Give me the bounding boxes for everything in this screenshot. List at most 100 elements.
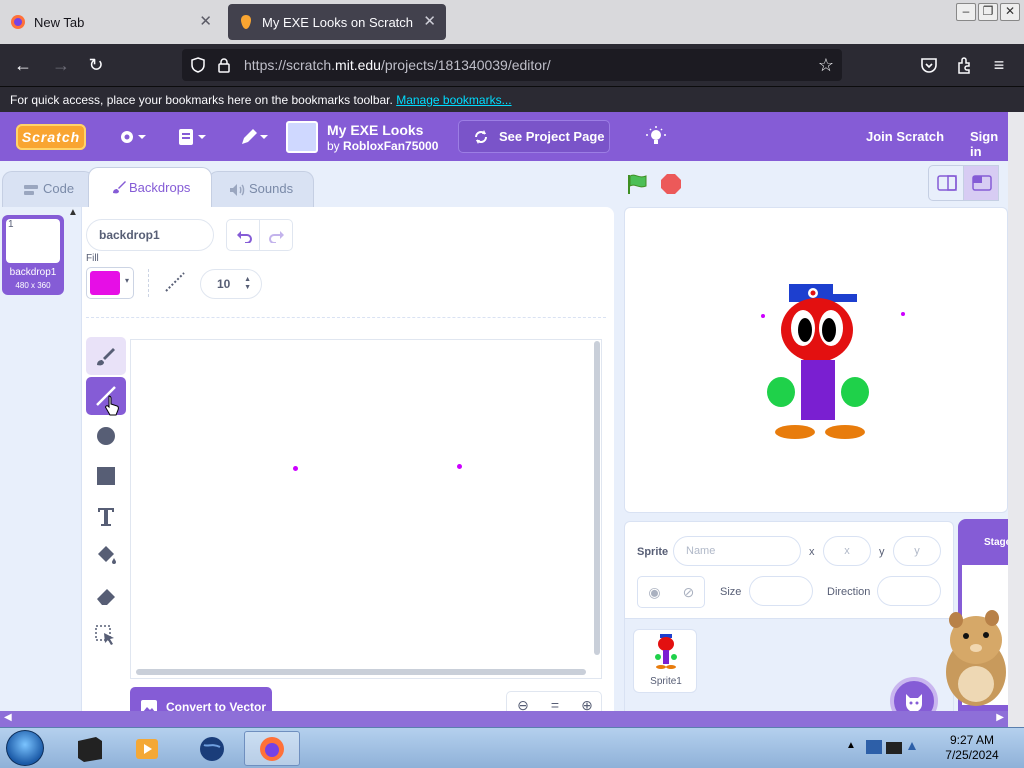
author-name[interactable]: RobloxFan75000 [343, 139, 438, 153]
green-flag-icon[interactable] [626, 173, 650, 195]
sprite-character [767, 284, 869, 439]
backdrop-list-scrollbar[interactable]: ▲ [66, 207, 80, 711]
backdrop-thumbnail[interactable]: 1 backdrop1 480 x 360 [2, 215, 64, 295]
brush-tool[interactable] [86, 337, 126, 375]
fill-color-picker[interactable]: ▾ [86, 267, 134, 299]
bookmark-star-icon[interactable]: ☆ [818, 55, 834, 76]
lock-icon[interactable] [216, 57, 232, 73]
sign-in-button[interactable]: Sign in [970, 129, 1008, 159]
eraser-icon [97, 589, 115, 605]
url-path: /projects/181340039/editor/ [380, 57, 551, 73]
show-eye-icon[interactable]: ◉ [638, 584, 671, 601]
tab-code[interactable]: Code [2, 171, 94, 207]
close-window-icon[interactable]: ✕ [1000, 3, 1020, 21]
size-input[interactable] [749, 576, 813, 606]
x-input[interactable]: x [823, 536, 871, 566]
zoom-in-icon[interactable]: ⊕ [571, 697, 603, 711]
taskbar-app-firefox[interactable] [244, 731, 300, 766]
scratch-logo[interactable]: Scratch [16, 124, 86, 150]
editor-horizontal-scrollbar[interactable]: ◀ ▶ [0, 711, 1008, 727]
taskbar-app-explorer[interactable] [62, 731, 118, 766]
tray-icons[interactable] [864, 736, 924, 760]
reload-icon[interactable]: ↻ [85, 54, 107, 76]
shield-icon[interactable] [190, 57, 206, 73]
manage-bookmarks-link[interactable]: Manage bookmarks... [396, 93, 511, 107]
back-arrow-icon[interactable]: ← [12, 54, 34, 76]
text-tool[interactable] [86, 497, 126, 535]
canvas-horizontal-scrollbar[interactable] [136, 669, 586, 675]
settings-gear-icon[interactable] [116, 126, 148, 148]
sprite-name-input[interactable]: Name [673, 536, 801, 566]
minimize-icon[interactable]: – [956, 3, 976, 21]
tab-sounds[interactable]: Sounds [208, 171, 314, 207]
url-bar[interactable]: https://scratch.mit.edu/projects/1813400… [182, 49, 842, 81]
url-text: https://scratch.mit.edu/projects/1813400… [244, 57, 551, 73]
media-player-icon [136, 739, 158, 759]
y-input[interactable]: y [893, 536, 941, 566]
scroll-right-icon[interactable]: ▶ [996, 712, 1004, 723]
pocket-icon[interactable] [920, 56, 938, 74]
tab-label: Sounds [249, 181, 294, 196]
circle-tool[interactable] [86, 417, 126, 455]
convert-to-vector-button[interactable]: Convert to Vector [130, 687, 272, 711]
extensions-icon[interactable] [956, 56, 974, 74]
zoom-reset-button[interactable]: = [539, 697, 571, 711]
stage[interactable] [624, 207, 1008, 513]
select-tool[interactable] [86, 617, 126, 655]
stop-icon[interactable] [660, 173, 682, 195]
direction-input[interactable] [877, 576, 941, 606]
firefox-icon [260, 737, 284, 761]
brush-size-input[interactable]: 10 ▲ ▼ [200, 269, 262, 299]
tab-backdrops[interactable]: Backdrops [88, 167, 212, 207]
zoom-controls: ⊖ = ⊕ [506, 691, 602, 711]
browser-tab-scratch[interactable]: My EXE Looks on Scratch ✕ [228, 4, 446, 40]
project-author: by RobloxFan75000 [327, 139, 438, 153]
fill-tool[interactable] [86, 537, 126, 575]
edit-menu-icon[interactable] [238, 126, 270, 148]
taskbar-app-globe[interactable] [184, 731, 240, 766]
sprite-info-panel: Sprite Name x x y y ◉ ⊘ Size Direction [624, 521, 954, 619]
join-scratch-button[interactable]: Join Scratch [866, 129, 944, 144]
small-stage-button[interactable] [928, 165, 964, 201]
tray-expand-icon[interactable]: ▲ [846, 740, 856, 751]
stage-dot [901, 312, 905, 316]
stage-size-toggle [928, 165, 1008, 201]
stage-label: Stage [984, 537, 1008, 548]
tab-title: My EXE Looks on Scratch [262, 14, 414, 30]
zoom-out-icon[interactable]: ⊖ [507, 697, 539, 711]
file-menu-icon[interactable] [176, 126, 208, 148]
image-icon [141, 700, 157, 711]
canvas-vertical-scrollbar[interactable] [594, 341, 600, 655]
scroll-up-icon[interactable]: ▲ [68, 207, 78, 218]
spinner-arrows-icon[interactable]: ▲ ▼ [244, 276, 251, 292]
taskbar-clock[interactable]: 9:27 AM 7/25/2024 [930, 733, 1014, 763]
hide-eye-icon[interactable]: ⊘ [672, 584, 705, 601]
eraser-tool[interactable] [86, 577, 126, 615]
project-thumbnail [286, 121, 318, 153]
taskbar-app-media[interactable] [120, 731, 176, 766]
theme-lightbulb-icon[interactable] [646, 126, 666, 148]
code-blocks-icon [24, 185, 38, 195]
tab-title: New Tab [34, 14, 85, 30]
black-box-icon [78, 737, 102, 762]
brush-size-value: 10 [217, 277, 231, 291]
hamburger-menu-icon[interactable]: ≡ [988, 54, 1010, 76]
paint-canvas[interactable] [130, 339, 602, 679]
brush-icon [97, 348, 115, 366]
windows-start-icon[interactable] [6, 730, 44, 766]
y-label: y [879, 546, 885, 558]
undo-button[interactable] [226, 219, 260, 251]
normal-stage-button[interactable] [963, 165, 999, 201]
rectangle-tool[interactable] [86, 457, 126, 495]
maximize-icon[interactable]: ❐ [978, 3, 998, 21]
forward-arrow-icon[interactable]: → [50, 54, 72, 76]
close-tab-icon[interactable]: ✕ [423, 13, 436, 31]
windows-taskbar: ▲ 9:27 AM 7/25/2024 [0, 727, 1024, 768]
browser-tab-new-tab[interactable]: New Tab ✕ [0, 4, 222, 40]
sprite-card[interactable]: Sprite1 [633, 629, 697, 693]
close-tab-icon[interactable]: ✕ [199, 13, 212, 31]
see-project-page-button[interactable]: See Project Page [458, 120, 610, 153]
costume-name-input[interactable]: backdrop1 [86, 219, 214, 251]
redo-button[interactable] [259, 219, 293, 251]
scroll-left-icon[interactable]: ◀ [4, 712, 12, 723]
